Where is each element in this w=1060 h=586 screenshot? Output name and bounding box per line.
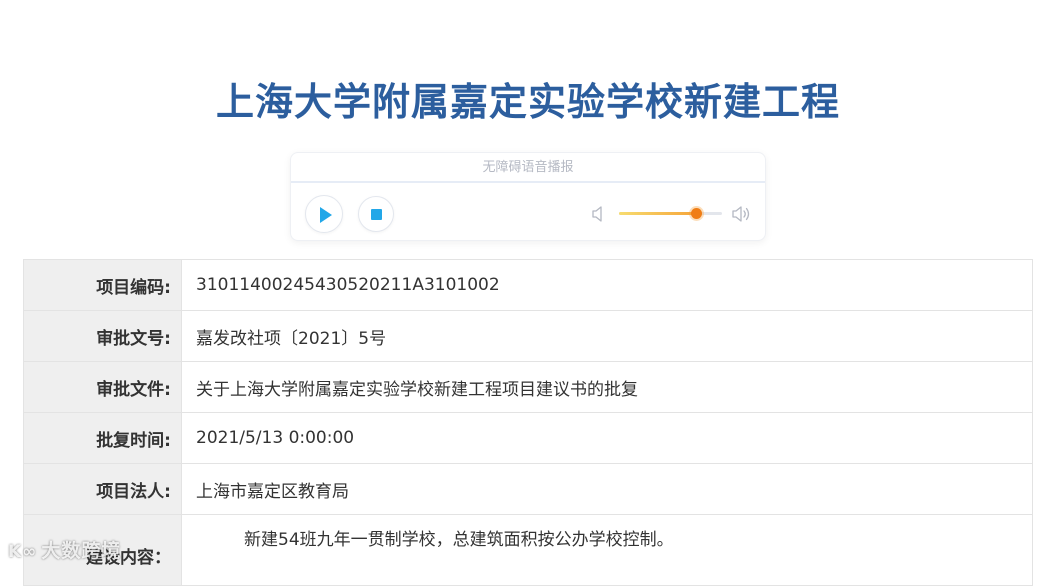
play-button[interactable]: [305, 195, 343, 233]
volume-low-icon[interactable]: [591, 205, 607, 223]
approval-document-label: 审批文件:: [23, 361, 182, 413]
approval-time-label: 批复时间:: [23, 412, 182, 464]
audio-player: 无障碍语音播报: [290, 152, 766, 241]
volume-slider-fill: [619, 212, 697, 215]
approval-document-value: 关于上海大学附属嘉定实验学校新建工程项目建议书的批复: [181, 361, 1033, 413]
watermark-logo-icon: K∞: [8, 542, 38, 562]
approval-number-value: 嘉发改社项〔2021〕5号: [181, 310, 1033, 362]
project-legal-person-value: 上海市嘉定区教育局: [181, 463, 1033, 515]
volume-slider[interactable]: [619, 208, 722, 219]
construction-content-value: 新建54班九年一贯制学校，总建筑面积按公办学校控制。: [181, 514, 1033, 586]
table-row: 审批文件: 关于上海大学附属嘉定实验学校新建工程项目建议书的批复: [23, 361, 1033, 413]
play-icon: [320, 207, 332, 223]
watermark: K∞ 大数跨境: [8, 536, 121, 563]
page-title: 上海大学附属嘉定实验学校新建工程: [215, 80, 840, 125]
approval-number-label: 审批文号:: [23, 310, 182, 362]
project-info-table: 项目编码: 31011400245430520211A3101002 审批文号:…: [23, 259, 1033, 586]
stop-icon: [371, 209, 382, 220]
watermark-text: 大数跨境: [41, 540, 122, 562]
table-row: 项目编码: 31011400245430520211A3101002: [23, 259, 1033, 311]
table-row: 建设内容： 新建54班九年一贯制学校，总建筑面积按公办学校控制。: [23, 514, 1033, 586]
table-row: 项目法人: 上海市嘉定区教育局: [23, 463, 1033, 515]
volume-high-icon[interactable]: [731, 205, 753, 223]
project-legal-person-label: 项目法人:: [23, 463, 182, 515]
project-code-value: 31011400245430520211A3101002: [181, 259, 1033, 311]
table-row: 审批文号: 嘉发改社项〔2021〕5号: [23, 310, 1033, 362]
project-code-label: 项目编码:: [23, 259, 182, 311]
table-row: 批复时间: 2021/5/13 0:00:00: [23, 412, 1033, 464]
audio-player-title: 无障碍语音播报: [291, 153, 765, 183]
volume-slider-handle[interactable]: [691, 208, 703, 219]
approval-time-value: 2021/5/13 0:00:00: [181, 412, 1033, 464]
stop-button[interactable]: [358, 196, 394, 232]
